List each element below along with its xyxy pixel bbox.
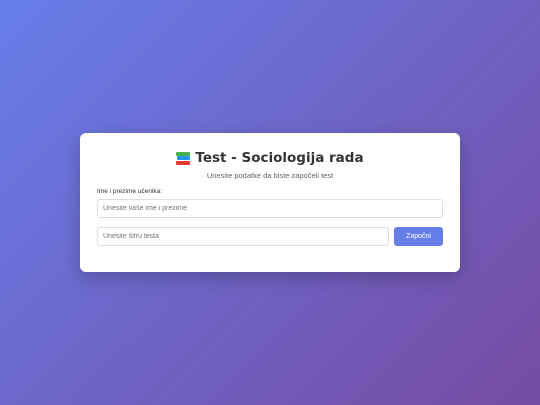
books-icon: [176, 151, 191, 165]
login-card: Test - Sociologija rada Unesite podatke …: [80, 133, 460, 272]
code-row: Započni: [97, 227, 443, 246]
page-title: Test - Sociologija rada: [195, 150, 364, 166]
name-input[interactable]: [97, 199, 443, 218]
page-subtitle: Unesite podatke da biste započeli test: [206, 171, 334, 180]
title-row: Test - Sociologija rada: [97, 149, 443, 167]
test-code-input[interactable]: [97, 227, 389, 246]
start-button[interactable]: Započni: [394, 227, 443, 246]
name-label: Ime i prezime učenika:: [97, 188, 163, 195]
